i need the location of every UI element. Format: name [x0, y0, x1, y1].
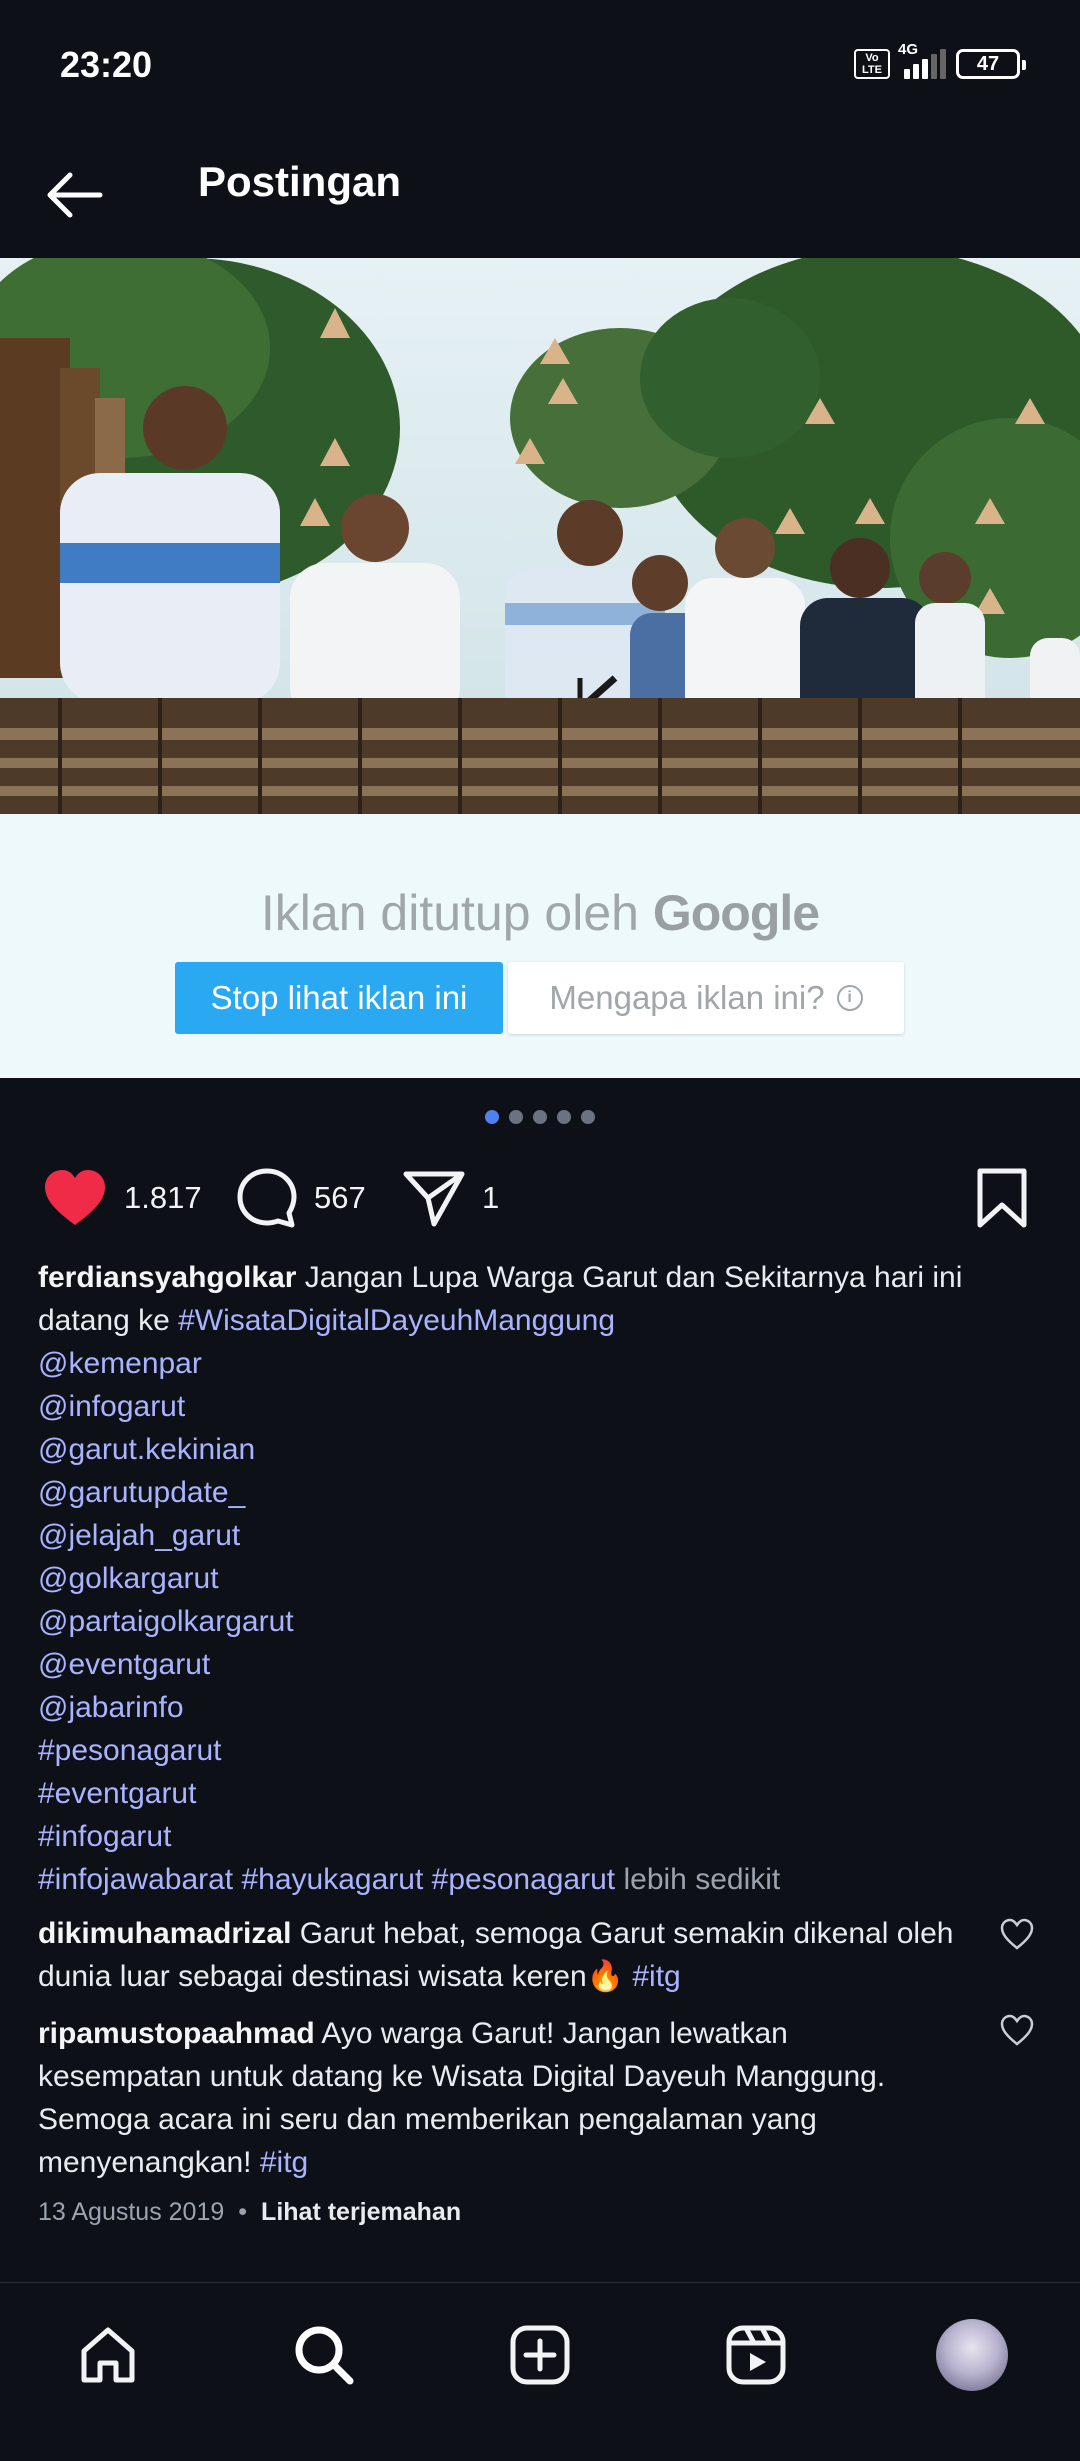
- why-ad-label: Mengapa iklan ini?: [549, 979, 825, 1016]
- share-icon: [403, 1171, 465, 1227]
- nav-create[interactable]: [502, 2317, 578, 2393]
- comment-icon: [237, 1168, 297, 1228]
- create-icon: [510, 2325, 570, 2385]
- header: Postingan: [0, 130, 1080, 260]
- caption-hashtag[interactable]: #pesonagarut: [432, 1863, 616, 1896]
- caption-line: ferdiansyahgolkar Jangan Lupa Warga Garu…: [38, 1256, 1038, 1299]
- caption-hashtag[interactable]: #infogarut: [38, 1815, 1038, 1858]
- status-icons: Vo LTE 4G 47: [854, 41, 1026, 82]
- back-arrow-icon[interactable]: [40, 160, 110, 230]
- post-actions: 1.817 567 1: [0, 1160, 1080, 1236]
- carousel-dot: [533, 1110, 547, 1124]
- ad-closed-panel: Iklan ditutup oleh Google Stop lihat ikl…: [0, 814, 1080, 1078]
- heart-icon: [45, 1170, 105, 1225]
- comment-hashtag[interactable]: #itg: [260, 2146, 308, 2179]
- like-button[interactable]: 1.817: [42, 1160, 202, 1236]
- comment-line: ripamustopaahmad Ayo warga Garut! Jangan…: [38, 2012, 978, 2055]
- caption-mention[interactable]: @jabarinfo: [38, 1686, 1038, 1729]
- stop-ad-button[interactable]: Stop lihat iklan ini: [175, 962, 503, 1034]
- why-ad-button[interactable]: Mengapa iklan ini? i: [508, 962, 904, 1034]
- comment-like-icon[interactable]: [1000, 2014, 1034, 2048]
- signal-icon: 4G: [898, 41, 946, 79]
- status-bar: 23:20 Vo LTE 4G 47: [0, 0, 1080, 130]
- meta-separator: •: [238, 2198, 248, 2226]
- comment-button[interactable]: 567: [236, 1160, 366, 1236]
- carousel-dot: [581, 1110, 595, 1124]
- nav-reels[interactable]: [718, 2317, 794, 2393]
- caption-mention[interactable]: @garut.kekinian: [38, 1428, 1038, 1471]
- comment-username[interactable]: ripamustopaahmad: [38, 2017, 315, 2050]
- comment-like-icon[interactable]: [1000, 1918, 1034, 1952]
- caption-text: datang ke: [38, 1304, 170, 1337]
- ad-closed-label: Iklan ditutup oleh: [260, 885, 639, 941]
- battery-level: 47: [976, 52, 1000, 75]
- nav-home[interactable]: [70, 2317, 146, 2393]
- comment-text: Garut hebat, semoga Garut semakin dikena…: [299, 1917, 954, 1950]
- comment-item: dikimuhamadrizal Garut hebat, semoga Gar…: [38, 1912, 978, 1998]
- caption-line: #infojawabarat #hayukagarut #pesonagarut…: [38, 1858, 1038, 1901]
- nav-profile[interactable]: [934, 2317, 1010, 2393]
- caption-hashtag[interactable]: #infojawabarat: [38, 1863, 233, 1896]
- comment-text: dunia luar sebagai destinasi wisata kere…: [38, 1960, 625, 1993]
- post-image[interactable]: [0, 258, 1080, 814]
- caption-mention[interactable]: @eventgarut: [38, 1643, 1038, 1686]
- battery-icon: 47: [956, 49, 1026, 79]
- comment-item: ripamustopaahmad Ayo warga Garut! Jangan…: [38, 2012, 978, 2184]
- like-count: 1.817: [124, 1180, 202, 1215]
- share-button[interactable]: 1: [402, 1160, 499, 1236]
- show-less-link[interactable]: lebih sedikit: [623, 1863, 780, 1896]
- page-title: Postingan: [198, 158, 402, 205]
- caption-mention[interactable]: @garutupdate_: [38, 1471, 1038, 1514]
- comment-text: kesempatan untuk datang ke Wisata Digita…: [38, 2060, 886, 2093]
- status-time: 23:20: [60, 44, 153, 85]
- network-type: 4G: [898, 41, 919, 58]
- carousel-dot: [509, 1110, 523, 1124]
- carousel-indicator: [0, 1110, 1080, 1124]
- caption-mention[interactable]: @infogarut: [38, 1385, 1038, 1428]
- comment-text: Semoga acara ini seru dan memberikan pen…: [38, 2103, 817, 2136]
- caption-username[interactable]: ferdiansyahgolkar: [38, 1261, 296, 1294]
- info-icon: i: [836, 985, 863, 1011]
- reels-icon: [726, 2325, 786, 2385]
- search-icon: [295, 2326, 354, 2385]
- comment-line: dikimuhamadrizal Garut hebat, semoga Gar…: [38, 1912, 978, 1955]
- comment-line: dunia luar sebagai destinasi wisata kere…: [38, 1955, 978, 1998]
- share-count: 1: [482, 1180, 500, 1215]
- post-caption: ferdiansyahgolkar Jangan Lupa Warga Garu…: [38, 1256, 1038, 1901]
- caption-hashtag[interactable]: #pesonagarut: [38, 1729, 1038, 1772]
- bookmark-icon: [977, 1168, 1027, 1228]
- post-date: 13 Agustus 2019: [38, 2198, 225, 2226]
- caption-hashtag[interactable]: #WisataDigitalDayeuhManggung: [178, 1304, 615, 1337]
- caption-mention[interactable]: @kemenpar: [38, 1342, 1038, 1385]
- carousel-dot: [485, 1110, 499, 1124]
- caption-hashtag[interactable]: #eventgarut: [38, 1772, 1038, 1815]
- post-meta: 13 Agustus 2019 • Lihat terjemahan: [38, 2198, 461, 2227]
- avatar: [936, 2319, 1008, 2391]
- caption-line: datang ke #WisataDigitalDayeuhManggung: [38, 1299, 1038, 1342]
- caption-mention[interactable]: @partaigolkargarut: [38, 1600, 1038, 1643]
- caption-hashtag[interactable]: #hayukagarut: [241, 1863, 423, 1896]
- caption-mention[interactable]: @jelajah_garut: [38, 1514, 1038, 1557]
- comment-username[interactable]: dikimuhamadrizal: [38, 1917, 291, 1950]
- bookmark-button[interactable]: [974, 1160, 1030, 1236]
- caption-text: Jangan Lupa Warga Garut dan Sekitarnya h…: [304, 1261, 963, 1294]
- bottom-navigation: [0, 2282, 1080, 2461]
- comment-hashtag[interactable]: #itg: [632, 1960, 680, 1993]
- google-logo: Google: [652, 885, 820, 941]
- nav-search[interactable]: [286, 2317, 362, 2393]
- comment-line: menyenangkan! #itg: [38, 2141, 978, 2184]
- comment-text: Ayo warga Garut! Jangan lewatkan: [321, 2017, 788, 2050]
- home-icon: [81, 2327, 135, 2383]
- ad-closed-text: Iklan ditutup oleh Google: [0, 884, 1080, 942]
- volte-icon: Vo LTE: [854, 49, 890, 79]
- comment-text: menyenangkan!: [38, 2146, 252, 2179]
- translate-link[interactable]: Lihat terjemahan: [261, 2198, 461, 2227]
- caption-mention[interactable]: @golkargarut: [38, 1557, 1038, 1600]
- post-photo-illustration: [0, 258, 1080, 814]
- comment-count: 567: [314, 1180, 366, 1215]
- carousel-dot: [557, 1110, 571, 1124]
